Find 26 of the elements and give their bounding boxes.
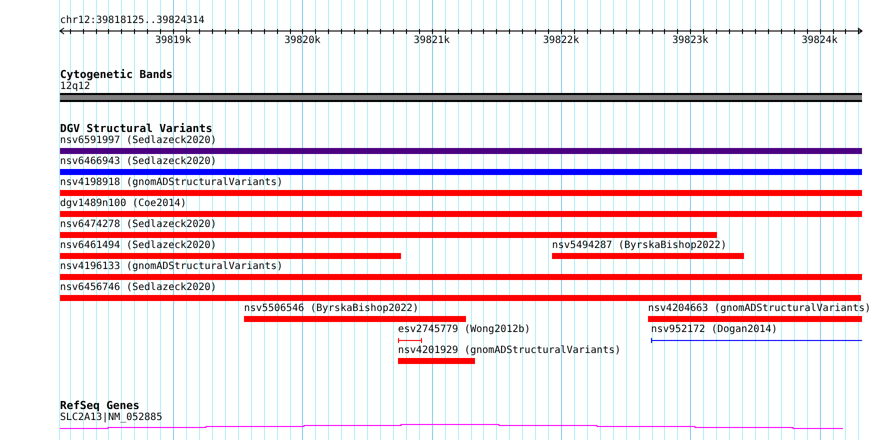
gene-label: SLC2A13|NM_052885: [60, 412, 162, 424]
track-title: RefSeq Genes: [60, 399, 140, 412]
variant-label: nsv4196133 (gnomADStructuralVariants): [60, 261, 283, 273]
variant-label: nsv6466943 (Sedlazeck2020): [60, 156, 217, 168]
variant-label: nsv5506546 (ByrskaBishop2022): [244, 303, 419, 315]
tick-label: 39820k: [284, 35, 320, 47]
tick-label: 39821k: [414, 35, 450, 47]
track-title: DGV Structural Variants: [60, 122, 212, 135]
variant-label: nsv952172 (Dogan2014): [651, 324, 778, 336]
variant-label: nsv6474278 (Sedlazeck2020): [60, 219, 217, 231]
variant-label: esv2745779 (Wong2012b): [398, 324, 530, 336]
variant-label: nsv6456746 (Sedlazeck2020): [60, 282, 217, 294]
variant-label: nsv4198918 (gnomADStructuralVariants): [60, 177, 283, 189]
variant-label: nsv6591997 (Sedlazeck2020): [60, 135, 217, 147]
variant-label: nsv6461494 (Sedlazeck2020): [60, 240, 217, 252]
track-title: Cytogenetic Bands: [60, 68, 173, 81]
tick-label: 39822k: [542, 35, 580, 47]
tick-label: 39819k: [155, 35, 192, 47]
variant-label: nsv4201929 (gnomADStructuralVariants): [398, 345, 621, 357]
tick-label: 39824k: [802, 35, 838, 47]
tick-label: 39823k: [672, 35, 708, 47]
variant-label: dgv1489n100 (Coe2014): [60, 198, 186, 210]
location-label: chr12:39818125..39824314: [60, 15, 204, 27]
band-label: 12q12: [60, 81, 90, 93]
variant-label: nsv5494287 (ByrskaBishop2022): [552, 240, 727, 252]
variant-label: nsv4204663 (gnomADStructuralVariants): [648, 303, 871, 315]
